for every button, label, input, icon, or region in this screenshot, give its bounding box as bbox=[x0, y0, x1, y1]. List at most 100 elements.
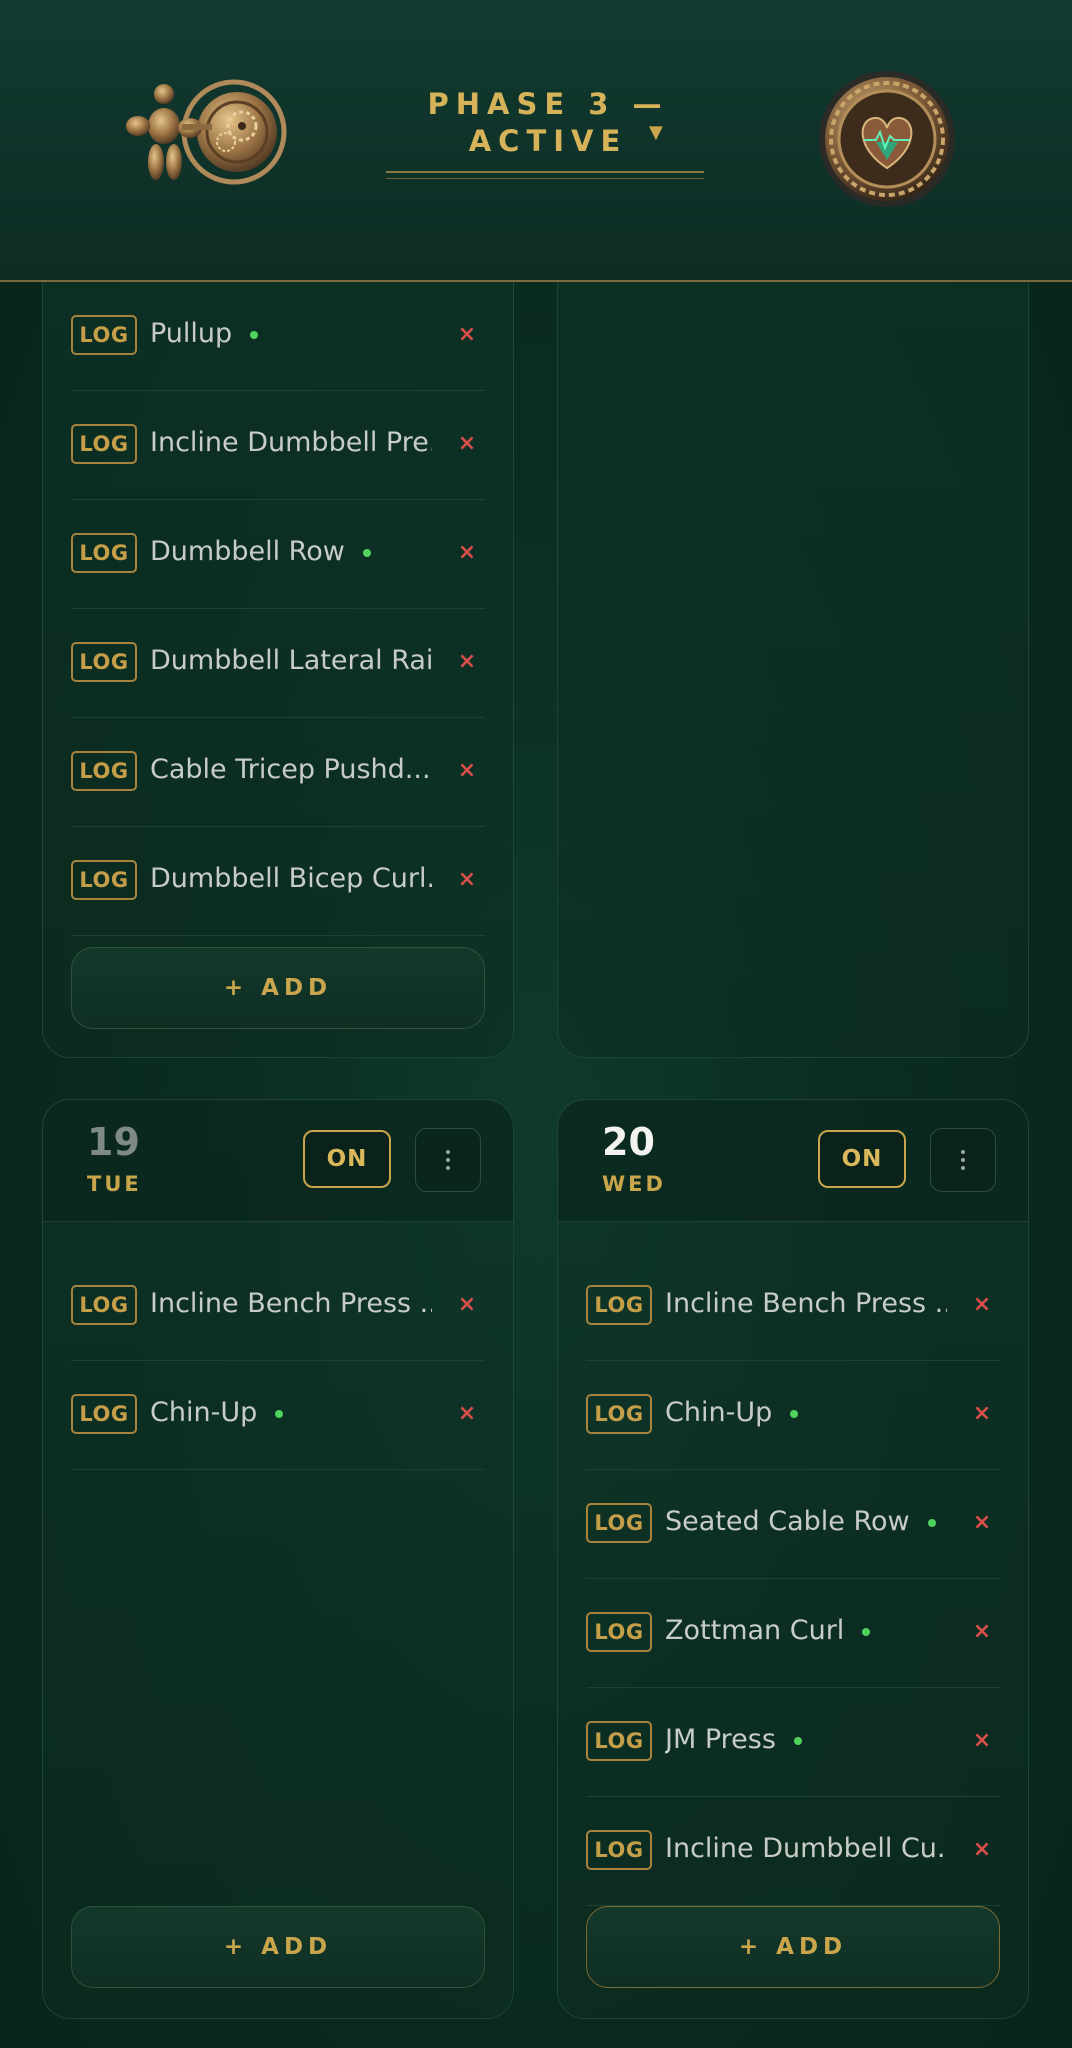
exercise-name: Cable Tricep Pushd... bbox=[150, 754, 431, 785]
exercise-row[interactable]: LOG Incline Bench Press ... × bbox=[586, 1252, 1000, 1361]
exercise-name: Zottman Curl bbox=[665, 1615, 871, 1646]
exercise-name: Incline Bench Press ... bbox=[665, 1288, 947, 1319]
app-header: PHASE 3 — ACTIVE ▼ bbox=[0, 0, 1072, 282]
day-card-previous: LOG Pullup × LOG Incline Dumbbell Pre...… bbox=[42, 282, 514, 1058]
exercise-label: Dumbbell Lateral Rai... bbox=[150, 645, 432, 676]
exercise-row[interactable]: LOG Pullup × bbox=[71, 282, 485, 391]
exercise-label: Chin-Up bbox=[150, 1397, 258, 1428]
add-exercise-button[interactable]: + ADD bbox=[71, 1906, 485, 1988]
exercise-row[interactable]: LOG Seated Cable Row × bbox=[586, 1470, 1000, 1579]
day-card-header: 19 TUE ON bbox=[43, 1100, 513, 1222]
on-toggle-button[interactable]: ON bbox=[303, 1130, 391, 1188]
exercise-label: Dumbbell Row bbox=[150, 536, 345, 567]
underline-divider bbox=[386, 178, 704, 179]
remove-icon[interactable]: × bbox=[964, 1500, 1000, 1544]
logged-indicator-icon bbox=[362, 548, 371, 557]
log-button[interactable]: LOG bbox=[71, 533, 137, 573]
exercise-label: Cable Tricep Pushd... bbox=[150, 754, 431, 785]
log-button[interactable]: LOG bbox=[71, 860, 137, 900]
remove-icon[interactable]: × bbox=[449, 312, 485, 356]
exercise-name: Incline Bench Press ... bbox=[150, 1288, 432, 1319]
log-button[interactable]: LOG bbox=[586, 1285, 652, 1325]
phase-label: PHASE 3 — ACTIVE bbox=[427, 87, 669, 158]
day-name: TUE bbox=[87, 1172, 142, 1196]
logged-indicator-icon bbox=[250, 330, 259, 339]
exercise-label: Seated Cable Row bbox=[665, 1506, 910, 1537]
day-number: 20 bbox=[602, 1120, 655, 1164]
phase-selector[interactable]: PHASE 3 — ACTIVE ▼ bbox=[386, 86, 704, 186]
exercise-name: JM Press bbox=[665, 1724, 802, 1755]
logged-indicator-icon bbox=[862, 1627, 871, 1636]
day-card-wed: 20 WED ON LOG Incline Bench Press ... × … bbox=[557, 1099, 1029, 2019]
remove-icon[interactable]: × bbox=[964, 1609, 1000, 1653]
add-exercise-button[interactable]: + ADD bbox=[586, 1906, 1000, 1988]
exercise-row[interactable]: LOG Chin-Up × bbox=[71, 1361, 485, 1470]
log-button[interactable]: LOG bbox=[586, 1721, 652, 1761]
log-button[interactable]: LOG bbox=[71, 1285, 137, 1325]
exercise-name: Pullup bbox=[150, 318, 259, 349]
day-number: 19 bbox=[87, 1120, 140, 1164]
remove-icon[interactable]: × bbox=[449, 1391, 485, 1435]
log-button[interactable]: LOG bbox=[586, 1503, 652, 1543]
remove-icon[interactable]: × bbox=[449, 1282, 485, 1326]
exercise-name: Dumbbell Lateral Rai... bbox=[150, 645, 432, 676]
chevron-down-icon: ▼ bbox=[649, 122, 663, 143]
heart-gear-icon[interactable] bbox=[816, 68, 958, 210]
day-card-header: 20 WED ON bbox=[558, 1100, 1028, 1222]
exercise-name: Dumbbell Bicep Curl... bbox=[150, 863, 432, 894]
exercise-label: Pullup bbox=[150, 318, 233, 349]
exercise-name: Chin-Up bbox=[150, 1397, 284, 1428]
remove-icon[interactable]: × bbox=[449, 639, 485, 683]
exercise-name: Chin-Up bbox=[665, 1397, 799, 1428]
log-button[interactable]: LOG bbox=[586, 1830, 652, 1870]
on-toggle-button[interactable]: ON bbox=[818, 1130, 906, 1188]
log-button[interactable]: LOG bbox=[586, 1394, 652, 1434]
remove-icon[interactable]: × bbox=[449, 530, 485, 574]
remove-icon[interactable]: × bbox=[964, 1827, 1000, 1871]
exercise-row[interactable]: LOG Dumbbell Row × bbox=[71, 500, 485, 609]
exercise-row[interactable]: LOG Dumbbell Lateral Rai... × bbox=[71, 609, 485, 718]
logged-indicator-icon bbox=[793, 1736, 802, 1745]
exercise-label: Incline Dumbbell Pre... bbox=[150, 427, 432, 458]
exercise-row[interactable]: LOG Incline Dumbbell Cu... × bbox=[586, 1797, 1000, 1906]
remove-icon[interactable]: × bbox=[449, 857, 485, 901]
day-card-empty bbox=[557, 282, 1029, 1058]
logged-indicator-icon bbox=[790, 1409, 799, 1418]
steampunk-logo-icon[interactable] bbox=[122, 76, 292, 194]
log-button[interactable]: LOG bbox=[71, 642, 137, 682]
exercise-row[interactable]: LOG Cable Tricep Pushd... × bbox=[71, 718, 485, 827]
exercise-label: JM Press bbox=[665, 1724, 776, 1755]
exercise-label: Chin-Up bbox=[665, 1397, 773, 1428]
remove-icon[interactable]: × bbox=[964, 1391, 1000, 1435]
remove-icon[interactable]: × bbox=[449, 421, 485, 465]
exercise-name: Dumbbell Row bbox=[150, 536, 371, 567]
underline-divider bbox=[386, 171, 704, 173]
exercise-row[interactable]: LOG Dumbbell Bicep Curl... × bbox=[71, 827, 485, 936]
exercise-label: Incline Bench Press ... bbox=[150, 1288, 432, 1319]
exercise-label: Incline Dumbbell Cu... bbox=[665, 1833, 947, 1864]
log-button[interactable]: LOG bbox=[71, 315, 137, 355]
exercise-row[interactable]: LOG JM Press × bbox=[586, 1688, 1000, 1797]
remove-icon[interactable]: × bbox=[964, 1718, 1000, 1762]
exercise-row[interactable]: LOG Chin-Up × bbox=[586, 1361, 1000, 1470]
log-button[interactable]: LOG bbox=[71, 751, 137, 791]
remove-icon[interactable]: × bbox=[449, 748, 485, 792]
exercise-row[interactable]: LOG Incline Bench Press ... × bbox=[71, 1252, 485, 1361]
log-button[interactable]: LOG bbox=[71, 424, 137, 464]
logged-indicator-icon bbox=[927, 1518, 936, 1527]
log-button[interactable]: LOG bbox=[586, 1612, 652, 1652]
more-options-icon[interactable] bbox=[930, 1128, 996, 1192]
exercise-name: Seated Cable Row bbox=[665, 1506, 936, 1537]
more-options-icon[interactable] bbox=[415, 1128, 481, 1192]
remove-icon[interactable]: × bbox=[964, 1282, 1000, 1326]
day-card-tue: 19 TUE ON LOG Incline Bench Press ... × … bbox=[42, 1099, 514, 2019]
exercise-name: Incline Dumbbell Pre... bbox=[150, 427, 432, 458]
exercise-name: Incline Dumbbell Cu... bbox=[665, 1833, 947, 1864]
exercise-label: Incline Bench Press ... bbox=[665, 1288, 947, 1319]
logged-indicator-icon bbox=[275, 1409, 284, 1418]
log-button[interactable]: LOG bbox=[71, 1394, 137, 1434]
add-exercise-button[interactable]: + ADD bbox=[71, 947, 485, 1029]
exercise-row[interactable]: LOG Zottman Curl × bbox=[586, 1579, 1000, 1688]
exercise-row[interactable]: LOG Incline Dumbbell Pre... × bbox=[71, 391, 485, 500]
exercise-label: Zottman Curl bbox=[665, 1615, 845, 1646]
